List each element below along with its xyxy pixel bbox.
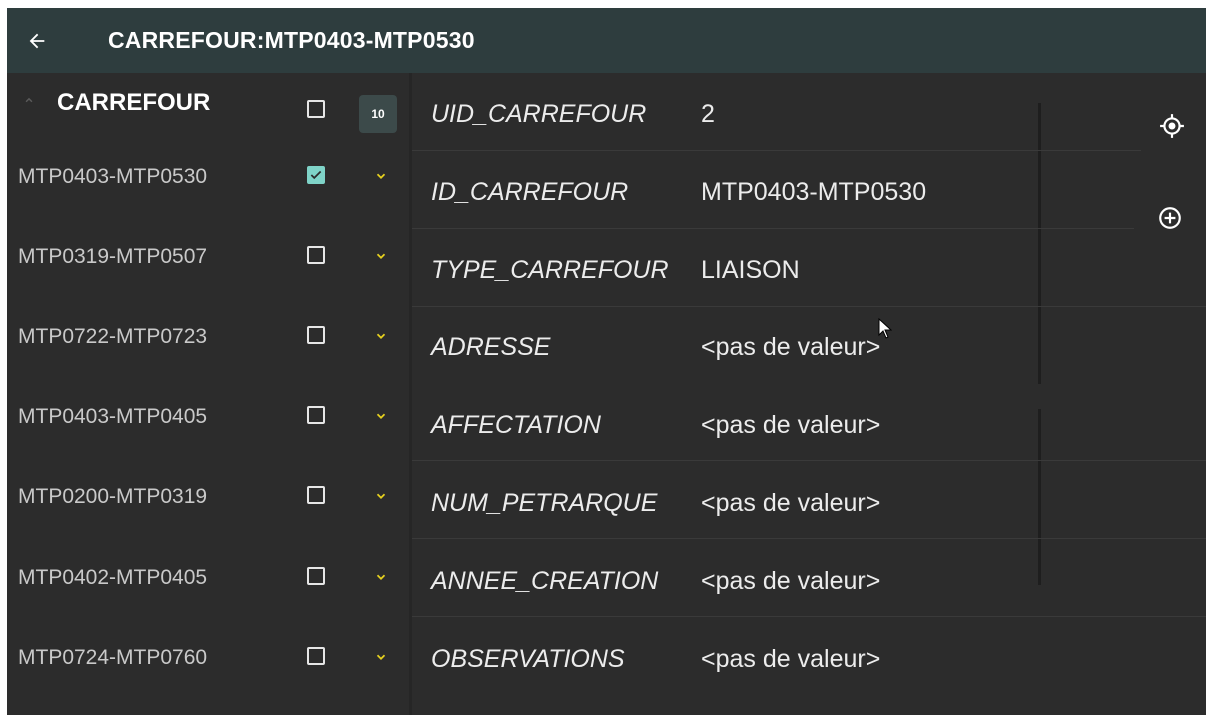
attribute-key: OBSERVATIONS bbox=[431, 645, 625, 673]
zoom-to-feature-button[interactable] bbox=[1139, 187, 1201, 249]
list-item-label: MTP0200-MTP0319 bbox=[18, 485, 208, 508]
attribute-row: ID_CARREFOUR MTP0403-MTP0530 bbox=[412, 151, 1206, 229]
chevron-down-icon[interactable] bbox=[374, 650, 388, 664]
item-checkbox[interactable] bbox=[307, 326, 325, 344]
chevron-down-icon[interactable] bbox=[374, 169, 388, 183]
attribute-key: UID_CARREFOUR bbox=[431, 100, 647, 128]
arrow-left-icon bbox=[29, 33, 45, 48]
attribute-value: <pas de valeur> bbox=[701, 489, 881, 517]
attribute-key: ID_CARREFOUR bbox=[431, 178, 629, 206]
list-item[interactable]: MTP0403-MTP0405 bbox=[7, 405, 409, 485]
top-app-bar: CARREFOUR:MTP0403-MTP0530 bbox=[7, 8, 1206, 73]
attribute-value: <pas de valeur> bbox=[701, 411, 881, 439]
attribute-row: OBSERVATIONS <pas de valeur> bbox=[412, 617, 1206, 695]
layer-group-header: CARREFOUR 10 bbox=[7, 73, 409, 141]
attribute-row: ADRESSE <pas de valeur> bbox=[412, 307, 1206, 385]
chevron-down-icon[interactable] bbox=[374, 570, 388, 584]
list-item[interactable]: MTP0319-MTP0507 bbox=[7, 245, 409, 325]
list-item[interactable]: MTP0402-MTP0405 bbox=[7, 566, 409, 646]
attribute-key: ANNEE_CREATION bbox=[431, 567, 659, 595]
list-item-label: MTP0402-MTP0405 bbox=[18, 566, 208, 589]
item-checkbox[interactable] bbox=[307, 406, 325, 424]
chevron-down-icon[interactable] bbox=[374, 489, 388, 503]
chevron-down-icon[interactable] bbox=[374, 249, 388, 263]
chevron-down-icon[interactable] bbox=[374, 329, 388, 343]
list-item[interactable]: MTP0722-MTP0723 bbox=[7, 325, 409, 405]
attribute-key: NUM_PETRARQUE bbox=[431, 489, 658, 517]
item-checkbox[interactable] bbox=[307, 486, 325, 504]
attribute-value: <pas de valeur> bbox=[701, 645, 881, 673]
page-title: CARREFOUR:MTP0403-MTP0530 bbox=[108, 27, 475, 53]
list-item-label: MTP0403-MTP0405 bbox=[18, 405, 208, 428]
attribute-row: AFFECTATION <pas de valeur> bbox=[412, 383, 1206, 461]
check-icon bbox=[310, 170, 322, 180]
locate-button[interactable] bbox=[1141, 95, 1203, 157]
list-item[interactable]: MTP0200-MTP0319 bbox=[7, 485, 409, 565]
attribute-row: UID_CARREFOUR 2 bbox=[412, 73, 1206, 151]
count-badge: 10 bbox=[359, 95, 397, 133]
select-all-checkbox[interactable] bbox=[307, 100, 325, 118]
list-item-label: MTP0724-MTP0760 bbox=[18, 646, 208, 669]
attribute-value: 2 bbox=[701, 100, 715, 128]
zoom-in-icon bbox=[1159, 207, 1181, 229]
attribute-key: ADRESSE bbox=[431, 333, 551, 361]
app-window: CARREFOUR:MTP0403-MTP0530 CARREFOUR 10 M… bbox=[7, 8, 1206, 715]
chevron-down-icon[interactable] bbox=[374, 409, 388, 423]
list-item-label: MTP0319-MTP0507 bbox=[18, 245, 208, 268]
attribute-row: NUM_PETRARQUE <pas de valeur> bbox=[412, 461, 1206, 539]
list-item[interactable]: MTP0724-MTP0760 bbox=[7, 646, 409, 715]
attribute-key: TYPE_CARREFOUR bbox=[431, 256, 669, 284]
back-button[interactable] bbox=[7, 8, 67, 73]
attribute-row: TYPE_CARREFOUR LIAISON bbox=[412, 229, 1206, 307]
item-checkbox[interactable] bbox=[307, 166, 325, 184]
chevron-up-icon[interactable] bbox=[18, 89, 40, 111]
list-item-label: MTP0403-MTP0530 bbox=[18, 165, 208, 188]
attribute-value: MTP0403-MTP0530 bbox=[701, 178, 927, 206]
crosshair-locate-icon bbox=[1160, 114, 1184, 138]
attribute-table: UID_CARREFOUR 2 ID_CARREFOUR MTP0403-MTP… bbox=[412, 73, 1206, 715]
attribute-value: <pas de valeur> bbox=[701, 333, 881, 361]
item-checkbox[interactable] bbox=[307, 567, 325, 585]
attribute-value: <pas de valeur> bbox=[701, 567, 881, 595]
attribute-value: LIAISON bbox=[701, 256, 800, 284]
layer-title: CARREFOUR bbox=[57, 89, 211, 116]
item-checkbox[interactable] bbox=[307, 246, 325, 264]
attribute-row: ANNEE_CREATION <pas de valeur> bbox=[412, 539, 1206, 617]
list-item-label: MTP0722-MTP0723 bbox=[18, 325, 208, 348]
attribute-key: AFFECTATION bbox=[431, 411, 601, 439]
feature-list-panel: CARREFOUR 10 MTP0403-MTP0530 MTP0319-MTP… bbox=[7, 73, 409, 715]
item-checkbox[interactable] bbox=[307, 647, 325, 665]
mouse-pointer-icon bbox=[878, 318, 892, 339]
list-item[interactable]: MTP0403-MTP0530 bbox=[7, 165, 409, 245]
